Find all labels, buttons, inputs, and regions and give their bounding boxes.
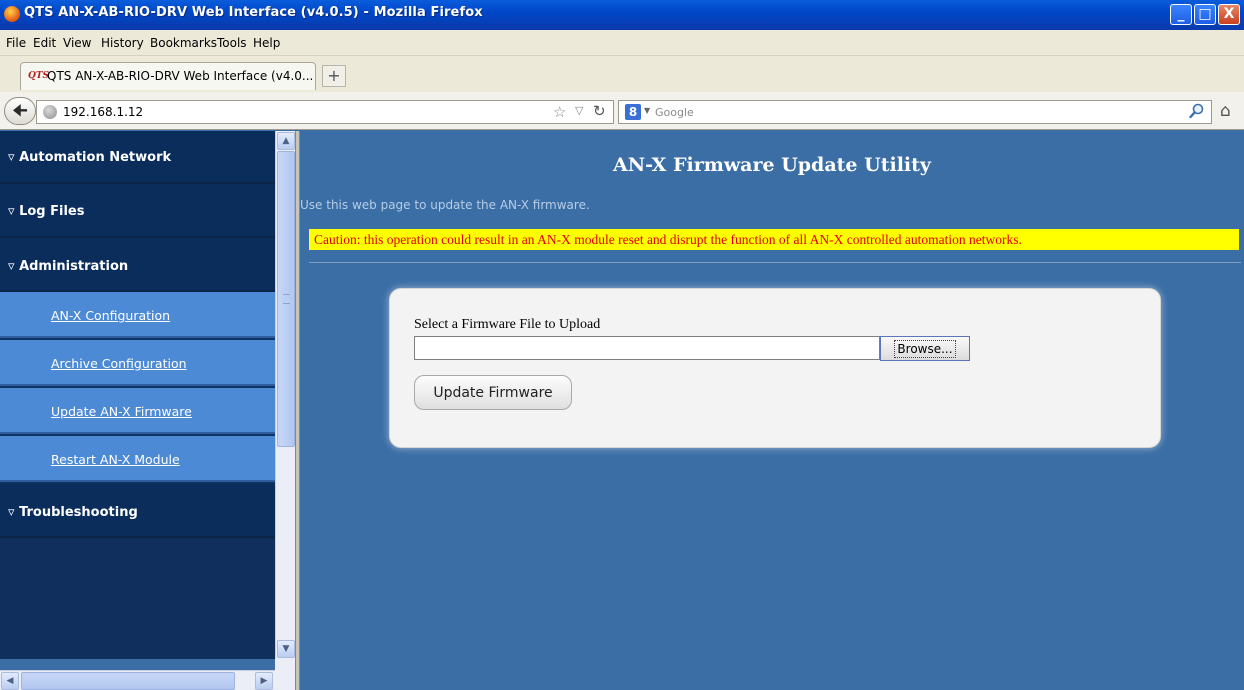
scrollbar-corner bbox=[275, 659, 295, 690]
menu-bookmarks[interactable]: Bookmarks bbox=[150, 36, 217, 50]
firefox-icon bbox=[4, 6, 20, 22]
qts-favicon-icon: QTS bbox=[28, 71, 50, 81]
search-icon[interactable] bbox=[1189, 103, 1205, 119]
search-input[interactable]: Google bbox=[655, 106, 694, 119]
minimize-button[interactable]: _ bbox=[1170, 4, 1192, 25]
google-engine-icon[interactable]: 8 bbox=[625, 104, 641, 120]
triangle-down-icon: ▿ bbox=[8, 204, 15, 219]
triangle-down-icon: ▿ bbox=[8, 505, 15, 520]
sidebar-item-restart-module[interactable]: Restart AN-X Module bbox=[0, 436, 275, 482]
horizontal-scrollbar-thumb[interactable] bbox=[21, 672, 235, 690]
sidebar: ▿ Automation Network ▿ Log Files ▿ Admin… bbox=[0, 131, 275, 659]
back-button[interactable]: 🠈 bbox=[4, 97, 36, 125]
sidebar-section-label: ▿ Troubleshooting bbox=[8, 505, 138, 520]
page-title: AN-X Firmware Update Utility bbox=[613, 154, 931, 176]
browser-tab[interactable]: QTS QTS AN-X-AB-RIO-DRV Web Interface (v… bbox=[20, 62, 316, 90]
sidebar-section-label: ▿ Administration bbox=[8, 259, 129, 274]
menu-file[interactable]: File bbox=[6, 36, 26, 50]
intro-text: Use this web page to update the AN-X fir… bbox=[300, 198, 590, 212]
sidebar-horizontal-scrollbar[interactable]: ◀ ▶ bbox=[0, 670, 295, 690]
sidebar-item-anx-configuration[interactable]: AN-X Configuration bbox=[0, 292, 275, 338]
globe-icon bbox=[43, 105, 57, 119]
main-content: AN-X Firmware Update Utility Use this we… bbox=[300, 131, 1244, 690]
window-title: QTS AN-X-AB-RIO-DRV Web Interface (v4.0.… bbox=[24, 5, 483, 20]
menu-bar: File Edit View History Bookmarks Tools H… bbox=[0, 30, 1244, 56]
caution-banner: Caution: this operation could result in … bbox=[309, 229, 1239, 250]
sidebar-item-update-firmware[interactable]: Update AN-X Firmware bbox=[0, 388, 275, 434]
menu-tools[interactable]: Tools bbox=[217, 36, 247, 50]
file-label: Select a Firmware File to Upload bbox=[414, 317, 601, 332]
tab-label: QTS AN-X-AB-RIO-DRV Web Interface (v4.0.… bbox=[47, 69, 314, 83]
upload-panel: Select a Firmware File to Upload Browse.… bbox=[389, 288, 1161, 448]
menu-history[interactable]: History bbox=[101, 36, 144, 50]
update-firmware-button[interactable]: Update Firmware bbox=[414, 375, 572, 410]
engine-dropdown-icon[interactable]: ▼ bbox=[644, 106, 650, 115]
url-dropdown-icon[interactable]: ▽ bbox=[575, 104, 583, 117]
sidebar-item-label[interactable]: Restart AN-X Module bbox=[51, 452, 180, 467]
sidebar-section-label: ▿ Automation Network bbox=[8, 150, 172, 165]
sidebar-item-label[interactable]: AN-X Configuration bbox=[51, 308, 170, 323]
sidebar-item-label[interactable]: Archive Configuration bbox=[51, 356, 187, 371]
reload-icon[interactable]: ↻ bbox=[593, 102, 606, 120]
sidebar-item-label[interactable]: Update AN-X Firmware bbox=[51, 404, 192, 419]
scroll-right-icon[interactable]: ▶ bbox=[255, 672, 273, 690]
window-titlebar: QTS AN-X-AB-RIO-DRV Web Interface (v4.0.… bbox=[0, 0, 1244, 30]
divider bbox=[309, 262, 1241, 263]
bookmark-star-icon[interactable]: ☆ bbox=[553, 103, 566, 121]
close-button[interactable]: X bbox=[1218, 4, 1240, 25]
sidebar-section-administration[interactable]: ▿ Administration bbox=[0, 238, 275, 292]
menu-edit[interactable]: Edit bbox=[33, 36, 56, 50]
navigation-bar: 🠈 192.168.1.12 ☆ ▽ ↻ 8 ▼ Google ⌂ bbox=[0, 92, 1244, 130]
browse-button[interactable]: Browse... bbox=[880, 336, 970, 361]
maximize-button[interactable]: □ bbox=[1194, 4, 1216, 25]
sidebar-section-troubleshooting[interactable]: ▿ Troubleshooting bbox=[0, 484, 275, 538]
sidebar-section-log-files[interactable]: ▿ Log Files bbox=[0, 184, 275, 238]
scrollbar-thumb[interactable] bbox=[277, 151, 295, 447]
sidebar-vertical-scrollbar[interactable]: ▲ ▼ bbox=[275, 131, 295, 659]
firmware-file-input[interactable] bbox=[414, 336, 880, 360]
sidebar-section-label: ▿ Log Files bbox=[8, 204, 85, 219]
grip-icon bbox=[283, 294, 290, 304]
browse-label: Browse... bbox=[894, 339, 956, 358]
home-icon[interactable]: ⌂ bbox=[1220, 101, 1231, 121]
menu-view[interactable]: View bbox=[63, 36, 91, 50]
scroll-down-icon[interactable]: ▼ bbox=[277, 640, 295, 658]
url-text: 192.168.1.12 bbox=[63, 105, 144, 119]
back-arrow-icon: 🠈 bbox=[12, 101, 28, 121]
sidebar-item-archive-configuration[interactable]: Archive Configuration bbox=[0, 340, 275, 386]
url-bar[interactable]: 192.168.1.12 ☆ ▽ ↻ bbox=[36, 100, 614, 124]
scroll-left-icon[interactable]: ◀ bbox=[1, 672, 19, 690]
menu-help[interactable]: Help bbox=[253, 36, 280, 50]
triangle-down-icon: ▿ bbox=[8, 150, 15, 165]
sidebar-empty-area bbox=[0, 538, 275, 659]
triangle-down-icon: ▿ bbox=[8, 259, 15, 274]
tab-bar: QTS QTS AN-X-AB-RIO-DRV Web Interface (v… bbox=[0, 56, 1244, 92]
scroll-up-icon[interactable]: ▲ bbox=[277, 132, 295, 150]
search-bar[interactable]: 8 ▼ Google bbox=[618, 100, 1212, 124]
sidebar-section-automation-network[interactable]: ▿ Automation Network bbox=[0, 131, 275, 184]
new-tab-button[interactable]: + bbox=[322, 65, 346, 87]
